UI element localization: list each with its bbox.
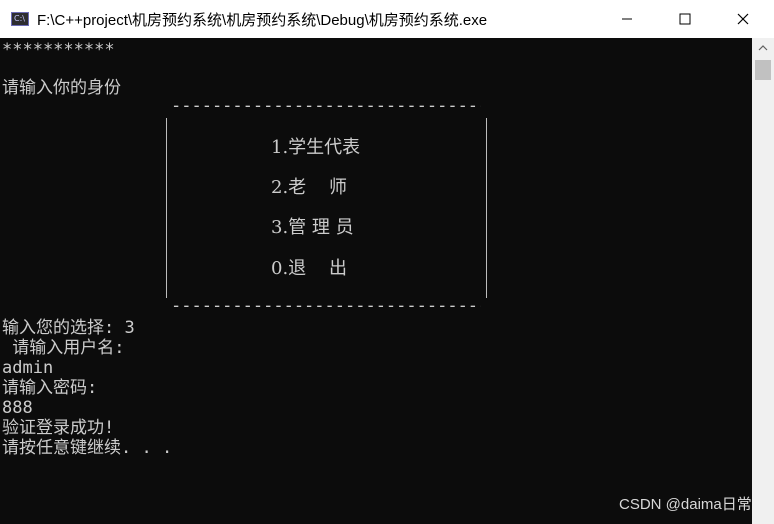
password-value: 888 xyxy=(2,398,33,418)
menu-left-border xyxy=(166,118,167,298)
password-prompt: 请输入密码: xyxy=(2,378,98,398)
minimize-icon xyxy=(622,18,632,20)
maximize-button[interactable] xyxy=(656,0,714,38)
menu-item-student: 1.学生代表 xyxy=(271,137,361,158)
identity-prompt: 请输入你的身份 xyxy=(2,78,121,98)
menu-item-exit: 0.退 出 xyxy=(271,258,348,279)
press-any-key-message: 请按任意键继续. . . xyxy=(2,438,173,458)
chevron-up-icon xyxy=(758,45,768,51)
title-bar[interactable]: C:\ F:\C++project\机房预约系统\机房预约系统\Debug\机房… xyxy=(0,0,774,38)
maximize-icon xyxy=(679,13,691,25)
choice-line: 输入您的选择: 3 xyxy=(2,318,135,338)
console-output[interactable]: *********** 请输入你的身份 --------------------… xyxy=(0,38,752,524)
menu-top-border: -------------------------------- xyxy=(171,96,481,116)
vertical-scrollbar[interactable] xyxy=(752,38,774,524)
console-app-icon[interactable]: C:\ xyxy=(11,12,29,26)
username-prompt: 请输入用户名: xyxy=(2,338,125,358)
csdn-watermark: CSDN @daima日常 xyxy=(619,496,752,513)
scroll-thumb[interactable] xyxy=(755,60,771,80)
scroll-up-button[interactable] xyxy=(752,38,774,58)
minimize-button[interactable] xyxy=(598,0,656,38)
close-icon xyxy=(737,13,749,25)
menu-item-admin: 3.管 理 员 xyxy=(271,217,354,238)
app-icon-label: C:\ xyxy=(14,14,25,23)
window-title: F:\C++project\机房预约系统\机房预约系统\Debug\机房预约系统… xyxy=(37,11,488,29)
close-button[interactable] xyxy=(714,0,772,38)
menu-item-teacher: 2.老 师 xyxy=(271,177,348,198)
menu-bottom-border: -------------------------------- xyxy=(171,296,481,316)
stars-line: *********** xyxy=(2,40,115,60)
username-value: admin xyxy=(2,358,54,378)
login-success-message: 验证登录成功! xyxy=(2,418,115,438)
menu-right-border xyxy=(486,118,487,298)
